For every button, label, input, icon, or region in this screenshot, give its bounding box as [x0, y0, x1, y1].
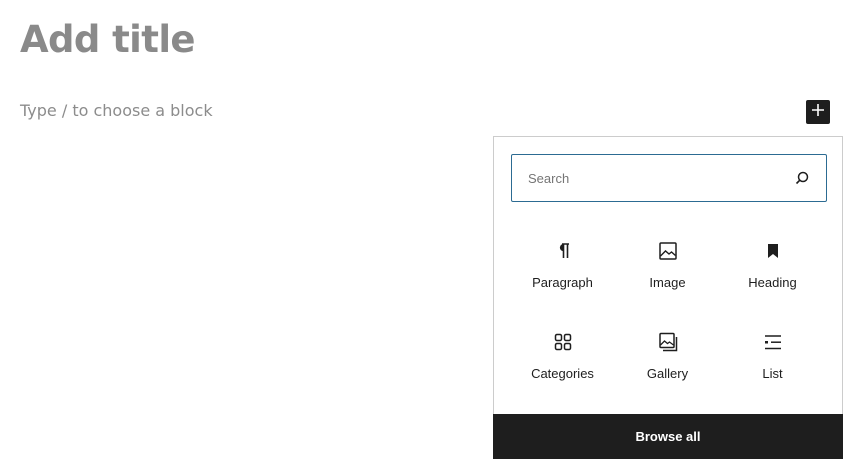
- block-inserter-toggle-button[interactable]: [806, 100, 830, 124]
- block-search-input[interactable]: [528, 155, 794, 201]
- block-item-heading[interactable]: Heading: [720, 231, 825, 322]
- block-search-box[interactable]: [511, 154, 827, 202]
- block-item-label: Heading: [748, 275, 797, 290]
- block-item-gallery[interactable]: Gallery: [615, 322, 720, 413]
- block-item-image[interactable]: Image: [615, 231, 720, 322]
- block-item-list[interactable]: List: [720, 322, 825, 413]
- block-item-label: Categories: [531, 366, 594, 381]
- block-item-label: Gallery: [646, 366, 689, 381]
- paragraph-icon: [551, 239, 575, 263]
- block-item-label: Paragraph: [532, 275, 593, 290]
- quick-inserter-popover: Paragraph Image Heading: [493, 136, 843, 459]
- post-title-field[interactable]: Add title: [20, 18, 196, 61]
- default-block-appender[interactable]: Type / to choose a block: [20, 101, 213, 120]
- bookmark-icon: [761, 239, 785, 263]
- search-icon: [794, 170, 810, 186]
- image-icon: [656, 239, 680, 263]
- block-editor-canvas: Add title Type / to choose a block Searc…: [0, 0, 868, 476]
- list-icon: [761, 330, 785, 354]
- browse-all-button[interactable]: Browse all: [493, 414, 843, 459]
- block-item-label: List: [762, 366, 783, 381]
- plus-icon: [810, 102, 826, 122]
- block-types-list: Paragraph Image Heading Categories Galle…: [510, 231, 825, 413]
- block-item-label: Image: [649, 275, 686, 290]
- block-item-categories[interactable]: Categories: [510, 322, 615, 413]
- block-item-paragraph[interactable]: Paragraph: [510, 231, 615, 322]
- categories-icon: [551, 330, 575, 354]
- gallery-icon: [656, 330, 680, 354]
